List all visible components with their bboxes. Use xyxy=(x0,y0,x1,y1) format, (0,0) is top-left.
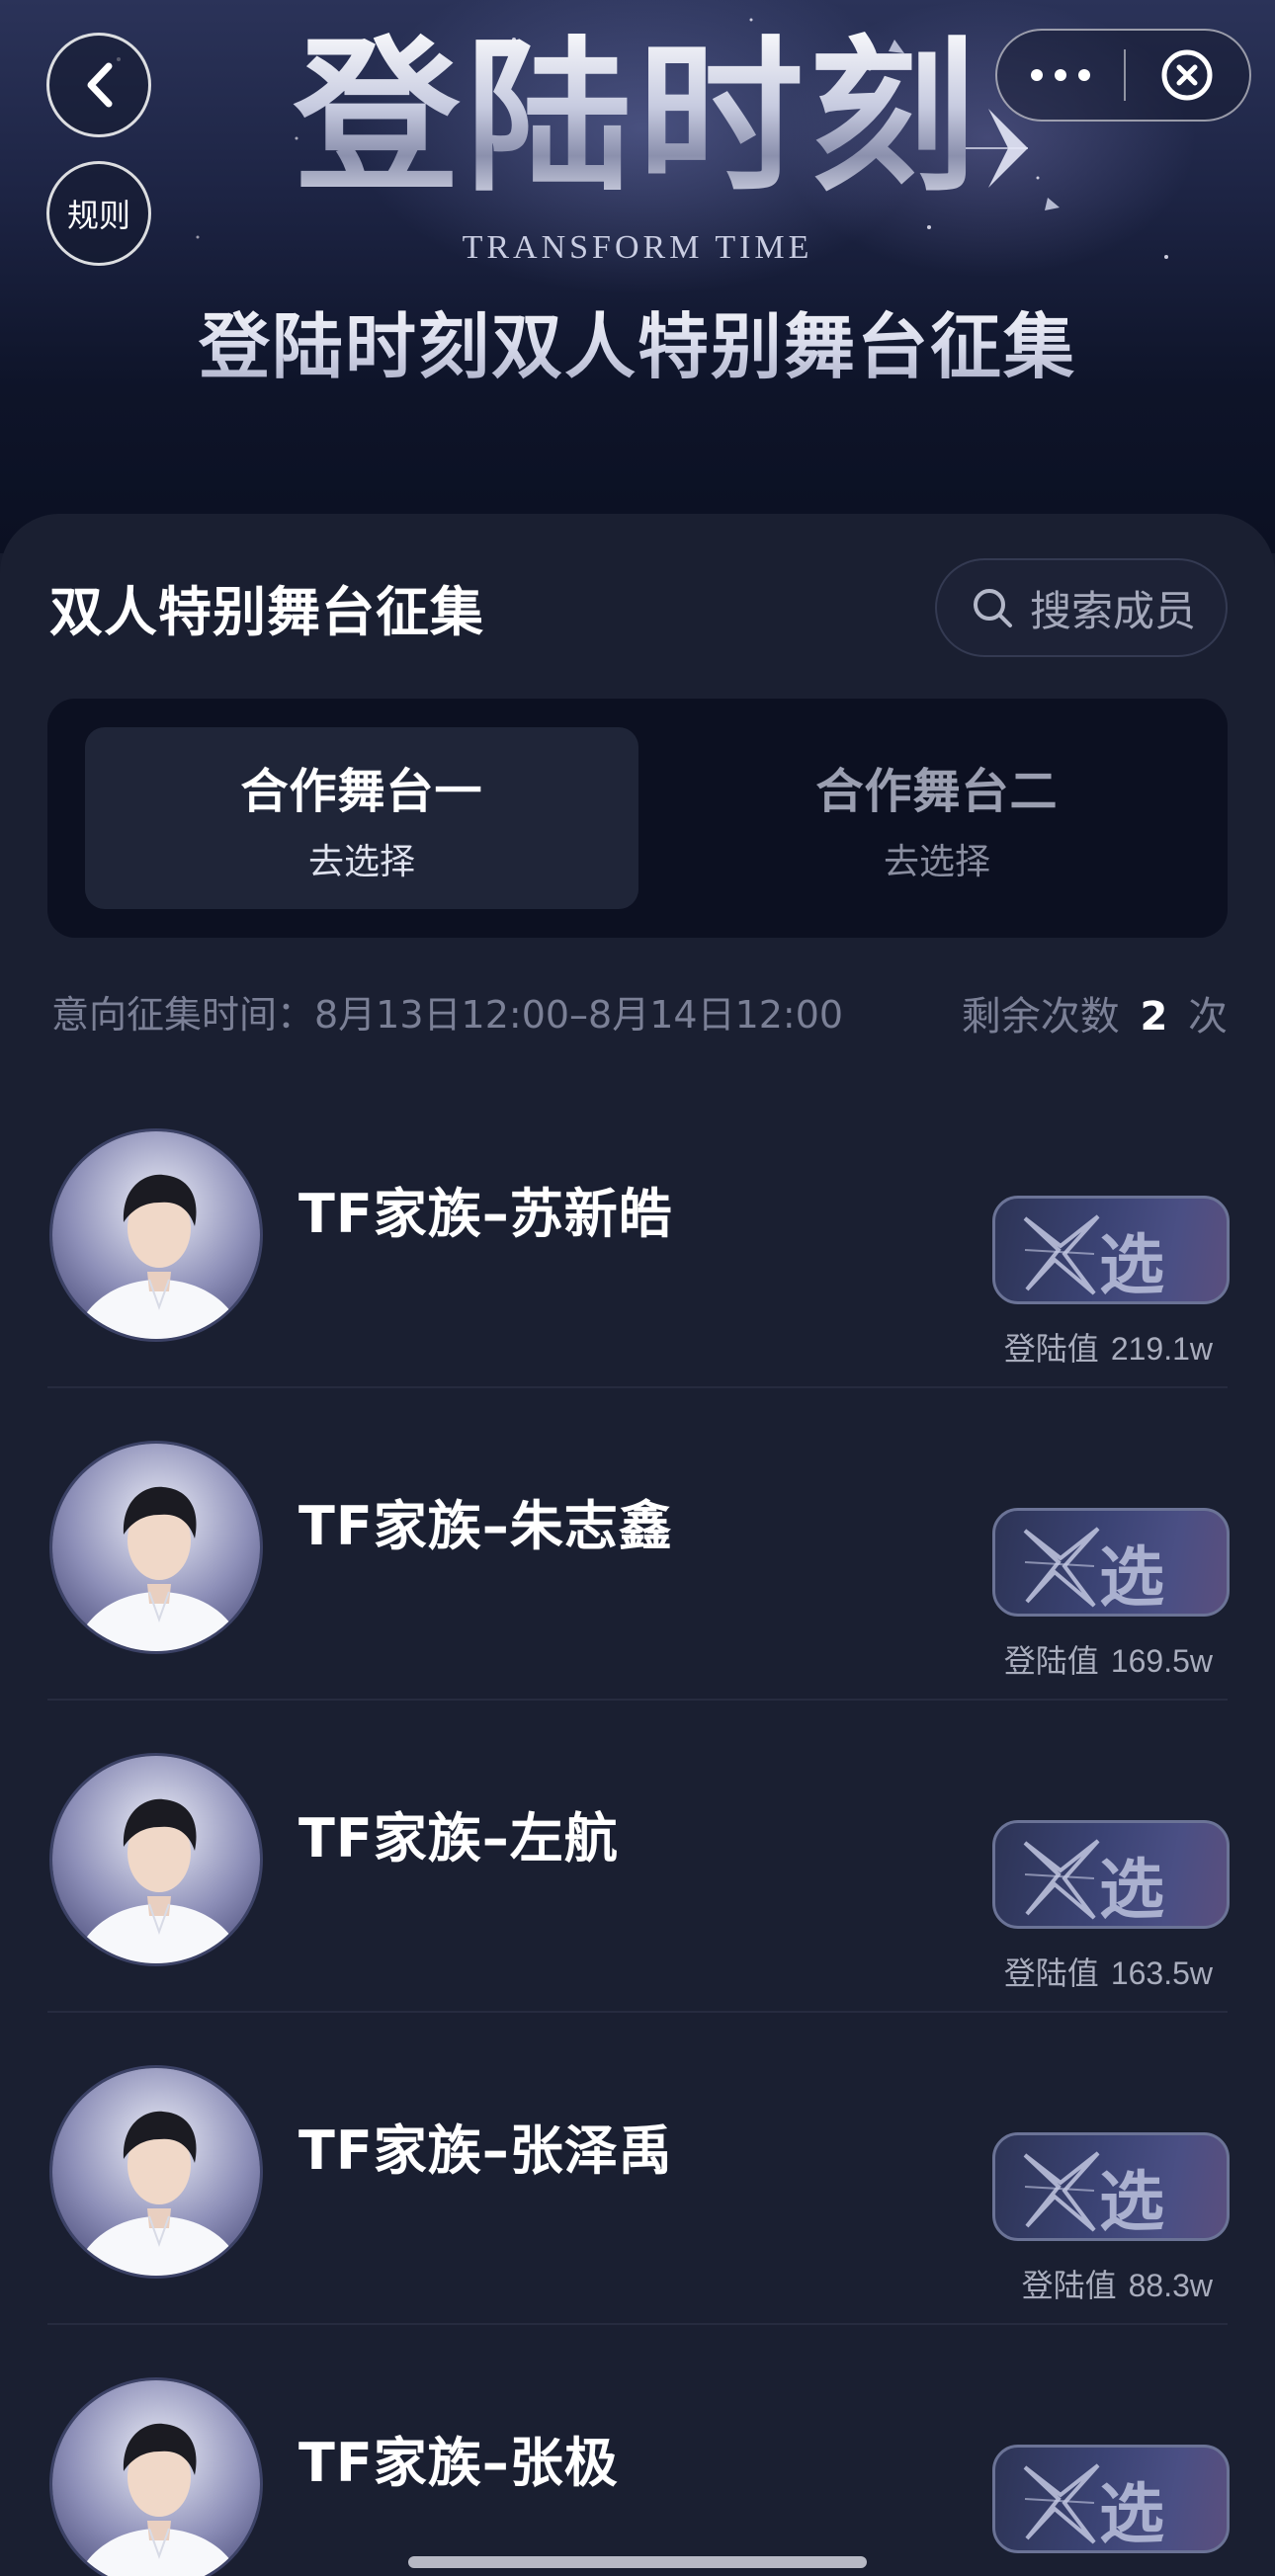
member-row: TF家族–苏新皓 选他 登陆值 219.1w xyxy=(0,1128,1275,1441)
select-member-button[interactable]: 选他 xyxy=(992,2445,1230,2553)
close-circle-icon xyxy=(1161,49,1213,101)
row-divider xyxy=(47,2011,1228,2013)
score-label: 登陆值 xyxy=(1003,1330,1099,1368)
score-label: 登陆值 xyxy=(1003,1954,1099,1992)
more-menu-button[interactable] xyxy=(997,31,1124,120)
member-row: TF家族–朱志鑫 选他 登陆值 169.5w xyxy=(0,1441,1275,1753)
select-button-label: 选他 xyxy=(1099,1227,1166,1303)
member-score: 登陆值 88.3w xyxy=(1022,2261,1213,2306)
member-avatar[interactable] xyxy=(49,2065,263,2279)
rules-label: 规则 xyxy=(66,197,130,234)
butterfly-emblem-icon xyxy=(1023,2151,1100,2232)
member-row: TF家族–左航 选他 登陆值 163.5w xyxy=(0,1753,1275,2065)
more-dot-icon xyxy=(1078,69,1090,81)
tab-stage-one[interactable]: 合作舞台一 去选择 xyxy=(85,727,638,909)
member-name: TF家族–苏新皓 xyxy=(298,1183,673,1245)
select-button-label: 选他 xyxy=(1099,2164,1166,2240)
butterfly-emblem-icon xyxy=(1023,1527,1100,1608)
section-title: 双人特别舞台征集 xyxy=(49,581,484,643)
select-member-button[interactable]: 选他 xyxy=(992,1508,1230,1617)
butterfly-emblem-icon xyxy=(1023,1839,1100,1920)
score-value: 169.5w xyxy=(1110,1643,1213,1679)
butterfly-emblem-icon xyxy=(1023,2463,1100,2544)
member-avatar[interactable] xyxy=(49,1128,263,1342)
score-label: 登陆值 xyxy=(1003,1642,1099,1680)
member-avatar[interactable] xyxy=(49,1441,263,1654)
hero-banner: 登陆时刻 TRANSFORM TIME 登陆时刻双人特别舞台征集 规则 xyxy=(0,0,1275,553)
row-divider xyxy=(47,2323,1228,2325)
remaining-votes: 剩余次数 2 次 xyxy=(962,984,1228,1041)
tab-action: 去选择 xyxy=(883,842,990,882)
avatar-portrait-icon xyxy=(52,1444,260,1651)
mini-program-capsule xyxy=(995,29,1251,122)
member-name: TF家族–左航 xyxy=(298,1807,619,1870)
member-score: 登陆值 219.1w xyxy=(1004,1324,1213,1370)
more-dot-icon xyxy=(1031,69,1043,81)
close-mini-program-button[interactable] xyxy=(1126,31,1249,120)
score-value: 88.3w xyxy=(1128,2268,1213,2303)
member-row: TF家族–张极 选他 xyxy=(0,2377,1275,2576)
row-divider xyxy=(47,1386,1228,1388)
member-score: 登陆值 163.5w xyxy=(1004,1949,1213,1994)
member-avatar[interactable] xyxy=(49,2377,263,2576)
avatar-portrait-icon xyxy=(52,1131,260,1339)
home-indicator xyxy=(408,2556,867,2568)
select-button-label: 选他 xyxy=(1099,1539,1166,1616)
rules-button[interactable]: 规则 xyxy=(46,161,151,266)
remaining-unit: 次 xyxy=(1188,994,1228,1039)
butterfly-emblem-icon xyxy=(1023,1214,1100,1295)
avatar-portrait-icon xyxy=(52,2380,260,2576)
select-member-button[interactable]: 选他 xyxy=(992,2132,1230,2241)
member-name: TF家族–张极 xyxy=(298,2432,619,2494)
search-placeholder: 搜索成员 xyxy=(1030,586,1197,635)
avatar-portrait-icon xyxy=(52,1756,260,1963)
select-member-button[interactable]: 选他 xyxy=(992,1196,1230,1304)
collection-period: 意向征集时间：8月13日12:00–8月14日12:00 xyxy=(51,993,844,1037)
tab-title: 合作舞台一 xyxy=(240,764,483,819)
score-label: 登陆值 xyxy=(1021,2267,1117,2304)
remaining-label: 剩余次数 xyxy=(961,994,1120,1039)
banner-title: 登陆时刻双人特别舞台征集 xyxy=(0,289,1275,392)
score-value: 219.1w xyxy=(1110,1331,1213,1367)
remaining-count: 2 xyxy=(1140,994,1168,1039)
tab-action: 去选择 xyxy=(307,842,415,882)
member-name: TF家族–朱志鑫 xyxy=(298,1495,673,1557)
back-button[interactable] xyxy=(46,33,151,137)
select-button-label: 选他 xyxy=(1099,1852,1166,1928)
search-icon xyxy=(974,589,1012,627)
stage-tabs: 合作舞台一 去选择 合作舞台二 去选择 xyxy=(47,699,1228,938)
select-member-button[interactable]: 选他 xyxy=(992,1820,1230,1929)
member-avatar[interactable] xyxy=(49,1753,263,1966)
row-divider xyxy=(47,1699,1228,1701)
search-member-input[interactable]: 搜索成员 xyxy=(935,558,1228,657)
more-dot-icon xyxy=(1055,69,1066,81)
avatar-portrait-icon xyxy=(52,2068,260,2276)
select-button-label: 选他 xyxy=(1099,2476,1166,2552)
score-value: 163.5w xyxy=(1110,1955,1213,1991)
tab-title: 合作舞台二 xyxy=(815,764,1059,819)
member-row: TF家族–张泽禹 选他 登陆值 88.3w xyxy=(0,2065,1275,2377)
tab-stage-two[interactable]: 合作舞台二 去选择 xyxy=(660,727,1214,909)
member-score: 登陆值 169.5w xyxy=(1004,1636,1213,1682)
collection-info-row: 意向征集时间：8月13日12:00–8月14日12:00 剩余次数 2 次 xyxy=(51,984,1228,1053)
chevron-left-icon xyxy=(87,62,113,108)
hero-logo-subtitle: TRANSFORM TIME xyxy=(462,229,813,266)
member-name: TF家族–张泽禹 xyxy=(298,2119,673,2182)
